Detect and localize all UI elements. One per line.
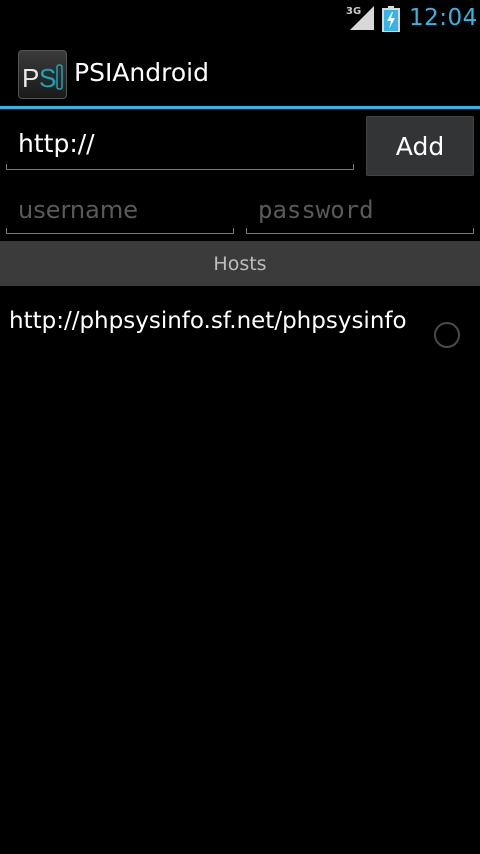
logo-letter-p: P	[22, 63, 39, 93]
username-field-wrapper	[6, 186, 234, 236]
host-radio-button[interactable]	[434, 322, 460, 348]
psi-logo-icon: P S	[22, 63, 63, 93]
app-title: PSIAndroid	[74, 58, 209, 87]
status-bar: 3G 12:04	[0, 0, 480, 38]
status-time: 12:04	[409, 5, 478, 31]
username-input[interactable]	[6, 186, 234, 234]
password-input-tick-left	[246, 228, 247, 234]
logo-letter-s: S	[39, 63, 56, 93]
hosts-section-header: Hosts	[0, 241, 480, 286]
url-field-wrapper	[6, 116, 354, 172]
password-field-wrapper	[246, 186, 474, 236]
psi-app-icon[interactable]: P S	[18, 50, 67, 99]
add-button[interactable]: Add	[366, 116, 474, 176]
username-input-tick-right	[233, 228, 234, 234]
username-input-tick-left	[6, 228, 7, 234]
action-bar: P S PSIAndroid	[0, 38, 480, 106]
username-input-underline	[6, 233, 234, 234]
host-list-item[interactable]: http://phpsysinfo.sf.net/phpsysinfo	[0, 290, 480, 380]
url-input-underline	[6, 169, 354, 170]
action-bar-divider	[0, 106, 480, 109]
password-input-underline	[246, 233, 474, 234]
url-input[interactable]	[6, 116, 354, 170]
logo-letter-i	[56, 64, 63, 90]
url-input-tick-left	[6, 164, 7, 170]
url-input-tick-right	[353, 164, 354, 170]
host-url: http://phpsysinfo.sf.net/phpsysinfo	[9, 308, 407, 334]
signal-icon	[350, 6, 374, 30]
password-input-tick-right	[473, 228, 474, 234]
password-input[interactable]	[246, 186, 474, 234]
battery-charging-icon	[382, 6, 400, 32]
